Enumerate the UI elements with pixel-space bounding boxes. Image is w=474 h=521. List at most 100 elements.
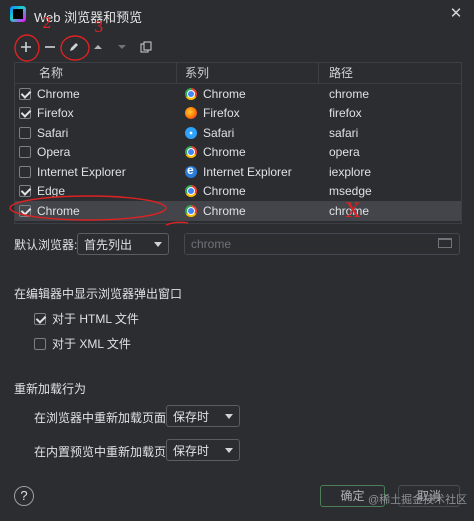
browser-name: Firefox — [37, 106, 74, 121]
cell-family: Chrome — [177, 143, 319, 163]
cell-family: Chrome — [177, 84, 319, 104]
cell-path: iexplore — [319, 162, 461, 182]
move-down-button[interactable] — [110, 36, 134, 58]
browser-family: Firefox — [203, 106, 240, 121]
table-row[interactable]: Firefox Firefox firefox — [15, 104, 461, 124]
cell-name: Safari — [15, 123, 177, 143]
firefox-icon — [185, 107, 197, 120]
table-row[interactable]: Opera Chrome opera — [15, 143, 461, 163]
row-checkbox[interactable] — [19, 185, 31, 198]
row-checkbox[interactable] — [19, 146, 31, 159]
column-header-name[interactable]: 名称 — [15, 63, 177, 83]
chrome-icon — [185, 146, 197, 159]
reload-in-preview-label: 在内置预览中重新加载页面: — [34, 445, 182, 459]
down-arrow-icon — [118, 45, 126, 49]
browser-table: 名称 系列 路径 Chrome Chrome chrome Firefox Firefo… — [14, 62, 462, 224]
cell-name: Firefox — [15, 104, 177, 124]
row-checkbox[interactable] — [19, 204, 31, 217]
reload-in-preview-select[interactable]: 保存时 — [166, 439, 240, 461]
browser-name: Edge — [37, 184, 66, 199]
cell-name: Chrome — [15, 201, 177, 221]
reload-in-preview-value: 保存时 — [173, 443, 210, 458]
remove-button[interactable] — [38, 36, 62, 58]
folder-icon[interactable] — [438, 238, 452, 248]
up-arrow-icon — [94, 45, 102, 49]
browser-name: Internet Explorer — [37, 164, 126, 179]
ie-icon — [185, 163, 197, 178]
chrome-icon — [185, 204, 197, 217]
cell-path: safari — [319, 123, 461, 143]
reload-in-browser-label: 在浏览器中重新加载页面: — [34, 411, 170, 425]
option-xml[interactable]: 对于 XML 文件 — [34, 335, 131, 352]
option-html[interactable]: 对于 HTML 文件 — [34, 310, 139, 327]
minus-icon — [45, 46, 55, 48]
plus-icon — [21, 42, 31, 52]
html-checkbox[interactable] — [34, 312, 46, 325]
browser-name: Chrome — [37, 86, 80, 101]
table-row[interactable]: Chrome Chrome chrome — [15, 84, 461, 104]
table-row[interactable]: Safari Safari safari — [15, 123, 461, 143]
column-header-family[interactable]: 系列 — [177, 63, 319, 83]
toolbar — [14, 36, 158, 58]
table-row[interactable]: Internet Explorer Internet Explorer iexplo… — [15, 162, 461, 182]
add-button[interactable] — [14, 36, 38, 58]
move-up-button[interactable] — [86, 36, 110, 58]
browser-path: firefox — [329, 106, 362, 121]
browser-family: Chrome — [203, 184, 246, 199]
cell-path: chrome — [319, 84, 461, 104]
chevron-down-icon — [225, 414, 233, 419]
reload-in-browser-value: 保存时 — [173, 409, 210, 424]
browser-family: Chrome — [203, 145, 246, 160]
chevron-down-icon — [154, 242, 162, 247]
cell-path: opera — [319, 143, 461, 163]
browser-path-input[interactable]: chrome — [184, 233, 460, 255]
reload-in-browser-select[interactable]: 保存时 — [166, 405, 240, 427]
cell-family: Internet Explorer — [177, 162, 319, 182]
copy-icon — [140, 41, 152, 53]
edit-button[interactable] — [62, 36, 86, 58]
table-body: Chrome Chrome chrome Firefox Firefox firefox S… — [15, 84, 461, 221]
browser-family: Chrome — [203, 86, 246, 101]
row-checkbox[interactable] — [19, 165, 31, 178]
edit-icon — [70, 43, 78, 51]
browser-name: Chrome — [37, 203, 80, 218]
help-icon[interactable]: ? — [14, 486, 34, 506]
xml-checkbox[interactable] — [34, 337, 46, 350]
browser-path: msedge — [329, 184, 372, 199]
chevron-down-icon — [225, 448, 233, 453]
copy-button[interactable] — [134, 36, 158, 58]
table-header: 名称 系列 路径 — [15, 63, 461, 84]
browser-path: opera — [329, 145, 360, 160]
option-html-label: 对于 HTML 文件 — [52, 312, 139, 326]
cell-family: Firefox — [177, 104, 319, 124]
browser-name: Opera — [37, 145, 71, 160]
row-checkbox[interactable] — [19, 87, 31, 100]
cell-family: Chrome — [177, 182, 319, 202]
default-browser-label: 默认浏览器: — [14, 237, 78, 252]
cell-path: chrome — [319, 201, 461, 221]
row-checkbox[interactable] — [19, 107, 31, 120]
browser-family: Chrome — [203, 203, 246, 218]
row-checkbox[interactable] — [19, 126, 31, 139]
chrome-icon — [185, 185, 197, 198]
close-icon[interactable]: ✕ — [448, 6, 464, 22]
browser-path: chrome — [329, 203, 370, 218]
browser-family: Internet Explorer — [203, 164, 292, 179]
browser-name: Safari — [37, 125, 69, 140]
browser-path: iexplore — [329, 164, 372, 179]
safari-icon — [185, 126, 197, 139]
table-row[interactable]: Edge Chrome msedge — [15, 182, 461, 202]
option-xml-label: 对于 XML 文件 — [52, 337, 131, 351]
reload-section-title: 重新加载行为 — [14, 382, 87, 396]
column-header-path[interactable]: 路径 — [319, 63, 461, 83]
cell-path: firefox — [319, 104, 461, 124]
cell-family: Safari — [177, 123, 319, 143]
cell-path: msedge — [319, 182, 461, 202]
table-row[interactable]: Chrome Chrome chrome — [15, 201, 461, 221]
cell-name: Opera — [15, 143, 177, 163]
cell-name: Chrome — [15, 84, 177, 104]
browser-family: Safari — [203, 125, 235, 140]
default-browser-select[interactable]: 首先列出 — [77, 233, 169, 255]
browser-path: chrome — [329, 86, 370, 101]
cell-name: Edge — [15, 182, 177, 202]
